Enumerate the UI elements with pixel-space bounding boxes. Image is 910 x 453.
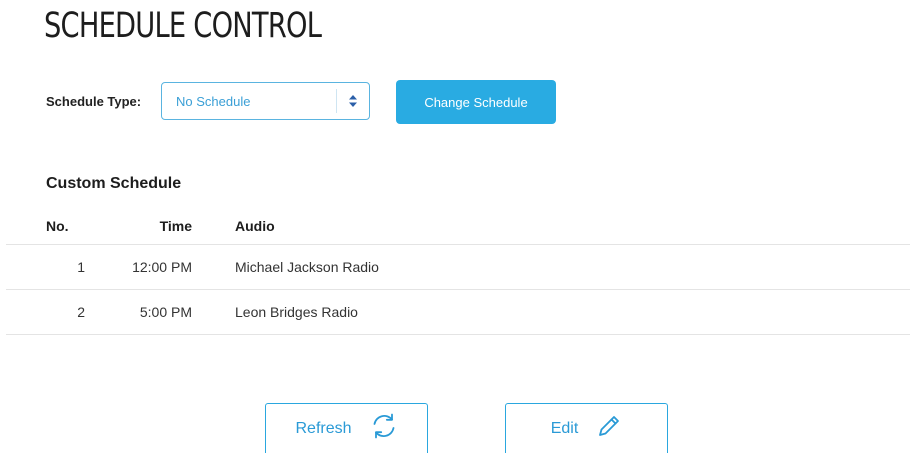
select-arrows-icon — [336, 89, 369, 113]
schedule-type-select[interactable]: No Schedule — [161, 82, 370, 120]
schedule-control-page: SCHEDULE CONTROL Schedule Type: No Sched… — [0, 0, 910, 453]
column-header-no: No. — [46, 218, 69, 234]
page-title: SCHEDULE CONTROL — [44, 6, 322, 46]
row-number: 2 — [77, 304, 85, 320]
schedule-type-row: Schedule Type: No Schedule Change Schedu… — [46, 80, 646, 124]
edit-label: Edit — [550, 419, 579, 437]
refresh-button[interactable]: Refresh — [265, 403, 428, 453]
change-schedule-button[interactable]: Change Schedule — [396, 80, 556, 124]
row-number: 1 — [77, 259, 85, 275]
row-time: 12:00 PM — [132, 259, 192, 275]
custom-schedule-title: Custom Schedule — [46, 175, 182, 192]
table-row[interactable]: 1 12:00 PM Michael Jackson Radio — [6, 245, 910, 290]
refresh-label: Refresh — [295, 419, 352, 437]
schedule-type-label: Schedule Type: — [46, 94, 142, 109]
refresh-icon — [370, 412, 398, 445]
row-audio: Leon Bridges Radio — [235, 304, 358, 320]
table-header-row: No. Time Audio — [6, 208, 910, 245]
schedule-type-value: No Schedule — [176, 94, 251, 109]
table-row[interactable]: 2 5:00 PM Leon Bridges Radio — [6, 290, 910, 335]
schedule-table: No. Time Audio 1 12:00 PM Michael Jackso… — [6, 208, 910, 335]
column-header-audio: Audio — [235, 218, 275, 234]
column-header-time: Time — [159, 218, 192, 234]
row-audio: Michael Jackson Radio — [235, 259, 379, 275]
pencil-icon — [596, 413, 622, 444]
edit-button[interactable]: Edit — [505, 403, 668, 453]
row-time: 5:00 PM — [139, 304, 192, 320]
